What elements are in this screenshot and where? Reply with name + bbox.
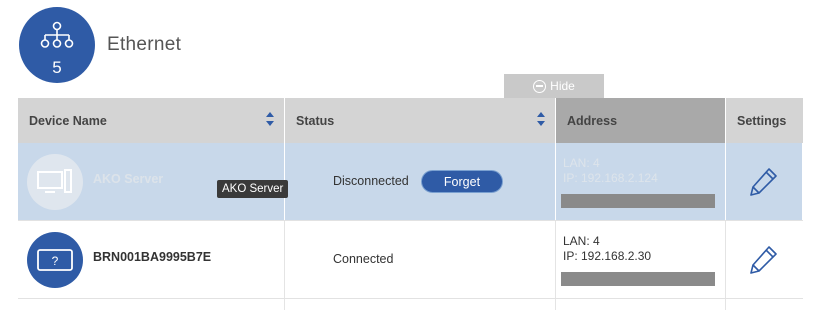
redacted-mac-bar bbox=[561, 194, 715, 208]
edit-pencil-icon[interactable] bbox=[749, 244, 779, 276]
hide-button[interactable]: Hide bbox=[504, 74, 604, 98]
sort-icon[interactable] bbox=[266, 112, 274, 128]
status-cell: Connected bbox=[285, 221, 556, 298]
device-name-cell: AKO Server AKO Server bbox=[18, 143, 289, 220]
sort-icon[interactable] bbox=[537, 112, 545, 128]
unknown-device-icon: ? bbox=[37, 249, 73, 271]
column-header-settings: Settings bbox=[737, 113, 787, 128]
address-text: LAN: 4 IP: 192.168.2.124 bbox=[563, 156, 658, 186]
settings-cell bbox=[726, 143, 803, 220]
device-avatar: ? bbox=[27, 232, 83, 288]
table-row[interactable]: ? BRN001BA9995B7E Connected LAN: 4 IP: 1… bbox=[18, 221, 803, 299]
column-header-device-name[interactable]: Device Name bbox=[18, 98, 285, 143]
status-cell: Disconnected Forget bbox=[285, 143, 556, 220]
status-text: Disconnected bbox=[333, 174, 409, 188]
status-text: Connected bbox=[333, 252, 394, 266]
table-header: Device Name Status Address Settings bbox=[18, 98, 803, 143]
settings-cell bbox=[726, 221, 803, 298]
device-name: BRN001BA9995B7E bbox=[93, 250, 212, 264]
ethernet-badge: 5 bbox=[19, 7, 95, 83]
device-name: AKO Server bbox=[93, 172, 164, 186]
device-count: 5 bbox=[52, 58, 62, 77]
hide-label: Hide bbox=[550, 79, 575, 93]
device-table: Device Name Status Address Settings AKO … bbox=[18, 98, 803, 310]
lan-text: LAN: 4 bbox=[563, 156, 600, 170]
device-name-tooltip: AKO Server bbox=[217, 180, 289, 198]
ip-text: IP: 192.168.2.124 bbox=[563, 171, 658, 185]
table-row[interactable] bbox=[18, 299, 803, 310]
column-header-address[interactable]: Address bbox=[556, 98, 726, 143]
page-header: 5 Ethernet bbox=[19, 6, 181, 84]
address-cell: LAN: 4 IP: 192.168.2.30 bbox=[556, 221, 726, 298]
table-row[interactable]: AKO Server AKO Server Disconnected Forge… bbox=[18, 143, 803, 221]
forget-button[interactable]: Forget bbox=[421, 170, 503, 193]
minus-circle-icon bbox=[533, 79, 547, 93]
address-cell: LAN: 4 IP: 192.168.2.124 bbox=[556, 143, 726, 220]
device-name-cell: ? BRN001BA9995B7E bbox=[18, 221, 285, 298]
svg-text:?: ? bbox=[52, 254, 59, 268]
desktop-computer-icon bbox=[37, 169, 72, 193]
edit-pencil-icon[interactable] bbox=[749, 166, 779, 198]
column-header-status[interactable]: Status bbox=[285, 98, 556, 143]
redacted-mac-bar bbox=[561, 272, 715, 286]
address-text: LAN: 4 IP: 192.168.2.30 bbox=[563, 234, 651, 264]
ip-text: IP: 192.168.2.30 bbox=[563, 249, 652, 263]
page-title: Ethernet bbox=[107, 34, 182, 55]
device-avatar bbox=[27, 154, 83, 210]
network-icon bbox=[40, 21, 74, 48]
lan-text: LAN: 4 bbox=[563, 234, 600, 248]
